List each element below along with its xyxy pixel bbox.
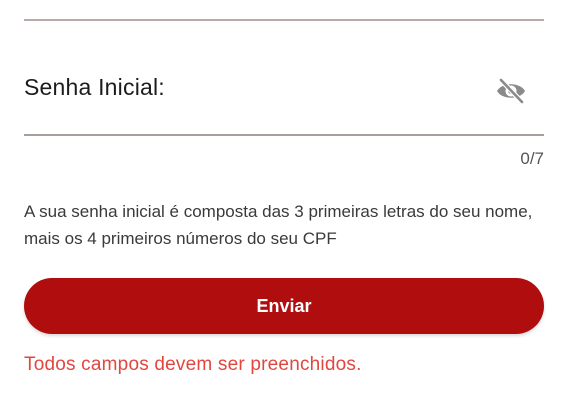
error-message: Todos campos devem ser preenchidos. bbox=[24, 354, 362, 375]
character-counter: 0/7 bbox=[520, 149, 544, 168]
password-hint: A sua senha inicial é composta das 3 pri… bbox=[24, 202, 533, 248]
previous-field-underline bbox=[24, 19, 544, 21]
login-form: Senha Inicial: 0/7 A sua senha inicial é… bbox=[0, 0, 567, 410]
eye-slash-icon[interactable] bbox=[494, 76, 528, 106]
password-label: Senha Inicial: bbox=[24, 74, 165, 100]
password-underline bbox=[24, 134, 544, 136]
submit-button[interactable]: Enviar bbox=[24, 278, 544, 334]
password-field[interactable]: Senha Inicial: bbox=[24, 70, 544, 110]
password-input[interactable] bbox=[204, 70, 488, 108]
